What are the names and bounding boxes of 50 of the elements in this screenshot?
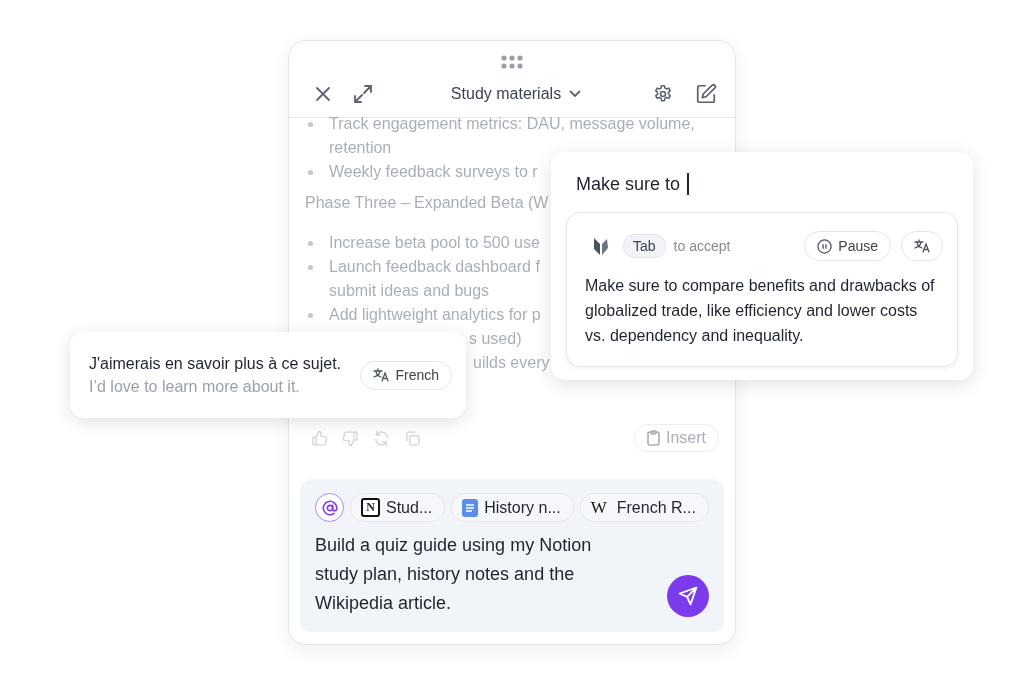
document-text: Track engagement metrics: DAU, message volume,: [329, 115, 695, 132]
chevron-icon: [569, 90, 582, 98]
edit-icon: [695, 83, 717, 105]
title-dropdown[interactable]: Study materials: [395, 84, 637, 104]
document-text: Increase beta pool to 500 use: [329, 234, 540, 251]
close-icon: [315, 86, 331, 102]
pause-button[interactable]: Pause: [804, 231, 891, 261]
translate-icon: [373, 368, 390, 382]
notion-icon: N: [361, 498, 380, 517]
document-text: submit ideas and bugs: [329, 282, 490, 299]
section-heading: Phase Three – Expanded Beta (W: [305, 194, 549, 211]
document-text: retention: [329, 139, 392, 156]
bullet-icon: [308, 241, 313, 246]
document-text: Weekly feedback surveys to r: [329, 163, 538, 180]
pause-icon: [817, 238, 833, 254]
source-chip[interactable]: W French R...: [579, 493, 709, 522]
logo-icon: [593, 236, 609, 256]
suggestion-text: Make sure to compare benefits and drawbacks of globalized trade, like efficiency and lower costs vs. dependency and inequality.: [585, 276, 936, 346]
document-text: s used): [469, 330, 522, 347]
send-icon: [678, 586, 698, 606]
thumbs-down-icon[interactable]: [342, 429, 359, 447]
clipboard-icon: [647, 430, 660, 446]
bullet-icon: [308, 265, 313, 270]
send-button[interactable]: [667, 575, 709, 617]
accept-hint: to accept: [673, 238, 731, 254]
bullet-icon: [308, 122, 313, 127]
wikipedia-icon: W: [590, 497, 611, 518]
thumbs-up-icon[interactable]: [311, 429, 328, 447]
tab-key-badge: Tab: [623, 234, 666, 258]
source-chip[interactable]: History n...: [451, 493, 574, 522]
text-cursor: [687, 173, 690, 195]
document-text: Launch feedback dashboard f: [329, 258, 540, 275]
bullet-icon: [308, 313, 313, 318]
settings-icon: [653, 84, 673, 104]
typed-text[interactable]: Make sure to: [576, 173, 681, 195]
drag-handle-icon[interactable]: [501, 55, 523, 69]
document-icon: [462, 498, 479, 517]
expand-icon: [353, 84, 373, 104]
bullet-icon: [308, 170, 313, 175]
translate-icon: [914, 239, 930, 253]
document-text: Add lightweight analytics for p: [329, 306, 541, 323]
at-icon: [321, 499, 338, 516]
original-text: J'aimerais en savoir plus à ce sujet.: [89, 354, 343, 373]
message-input[interactable]: Build a quiz guide using my Notion study plan, history notes and the Wikipedia article.: [315, 531, 635, 618]
translate-button[interactable]: [901, 231, 943, 261]
mention-button[interactable]: [315, 493, 344, 522]
translated-text: I’d love to learn more about it.: [89, 377, 301, 396]
source-chip[interactable]: N Stud...: [350, 493, 446, 522]
language-button[interactable]: French: [360, 360, 452, 390]
document-text: uilds every: [473, 354, 550, 371]
